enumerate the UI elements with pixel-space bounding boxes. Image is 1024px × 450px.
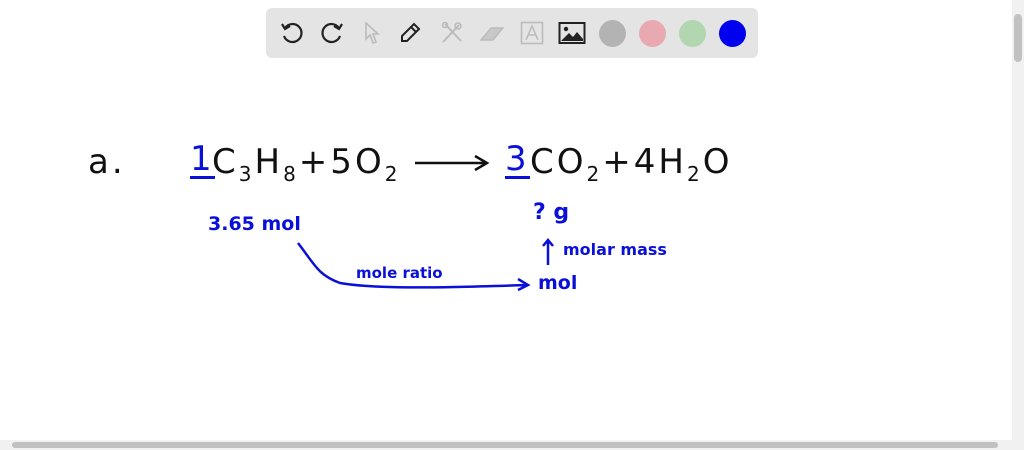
part-label: a. — [88, 142, 126, 182]
vertical-scroll-thumb[interactable] — [1014, 14, 1022, 62]
reaction-arrow-icon — [415, 154, 490, 172]
redo-icon[interactable] — [318, 19, 346, 47]
given-moles: 3.65 mol — [208, 213, 301, 235]
select-icon[interactable] — [358, 19, 386, 47]
undo-icon[interactable] — [278, 19, 306, 47]
color-swatch-pink[interactable] — [639, 20, 666, 47]
formula-propane: C3H8+5O2 — [212, 142, 401, 186]
formula-products: CO2+4H2O — [530, 142, 733, 186]
horizontal-scrollbar[interactable] — [0, 440, 1012, 450]
horizontal-scroll-thumb[interactable] — [12, 442, 998, 448]
unknown-grams: ? g — [533, 200, 570, 225]
pen-icon[interactable] — [397, 19, 425, 47]
coefficient-co2: 3 — [505, 139, 530, 179]
image-icon[interactable] — [558, 19, 586, 47]
text-icon[interactable] — [518, 19, 546, 47]
color-swatch-blue[interactable] — [719, 20, 746, 47]
drawing-toolbar — [266, 8, 758, 58]
tools-icon[interactable] — [438, 19, 466, 47]
coefficient-propane: 1 — [190, 139, 215, 179]
color-swatch-gray[interactable] — [599, 20, 626, 47]
vertical-scrollbar[interactable] — [1012, 0, 1024, 450]
color-swatch-green[interactable] — [679, 20, 706, 47]
eraser-icon[interactable] — [478, 19, 506, 47]
molar-mass-label: molar mass — [563, 240, 667, 259]
conversion-arrows-icon — [297, 238, 554, 292]
